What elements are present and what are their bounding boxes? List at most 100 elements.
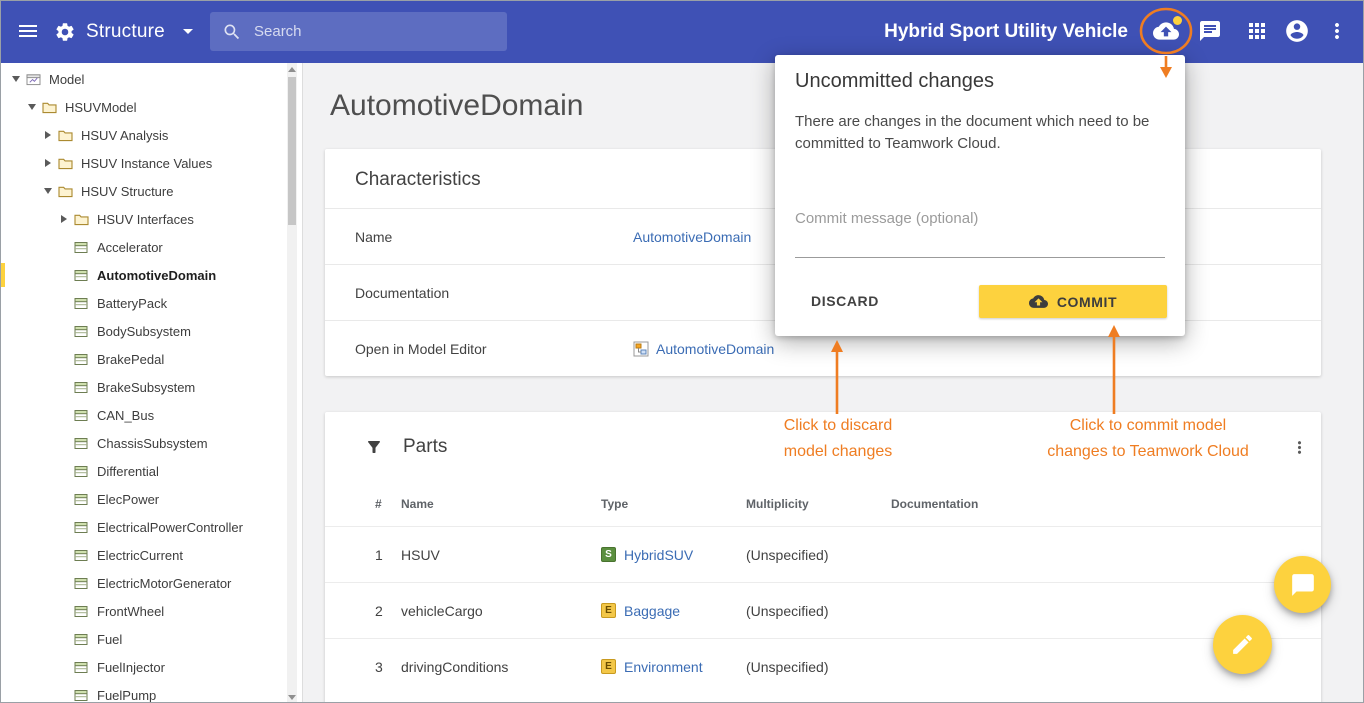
- tree-item-label: HSUV Structure: [81, 184, 173, 199]
- pencil-icon: [1230, 632, 1255, 657]
- tree-item-electricalpowercontroller[interactable]: ElectricalPowerController: [0, 513, 302, 541]
- tree-item-can-bus[interactable]: CAN_Bus: [0, 401, 302, 429]
- account-button[interactable]: [1277, 11, 1317, 51]
- expander-spacer: [56, 569, 72, 597]
- part-name: drivingConditions: [401, 659, 601, 675]
- part-name: HSUV: [401, 547, 601, 563]
- tree-item-chassissubsystem[interactable]: ChassisSubsystem: [0, 429, 302, 457]
- tree-item-electriccurrent[interactable]: ElectricCurrent: [0, 541, 302, 569]
- expander-spacer: [56, 625, 72, 653]
- expander-spacer: [56, 681, 72, 703]
- tree-item-label: ElectricMotorGenerator: [97, 576, 231, 591]
- tree-item-electricmotorgenerator[interactable]: ElectricMotorGenerator: [0, 569, 302, 597]
- search-icon: [222, 22, 242, 42]
- part-type-link[interactable]: Environment: [624, 659, 703, 675]
- commit-message-input[interactable]: [795, 200, 1165, 258]
- tree-item-hsuv-instance-values[interactable]: HSUV Instance Values: [0, 149, 302, 177]
- perspective-selector[interactable]: Structure: [54, 0, 193, 63]
- block-icon: [74, 661, 91, 674]
- tree-item-batterypack[interactable]: BatteryPack: [0, 289, 302, 317]
- tree-item-hsuvmodel[interactable]: HSUVModel: [0, 93, 302, 121]
- tree-item-brakesubsystem[interactable]: BrakeSubsystem: [0, 373, 302, 401]
- commit-cloud-button[interactable]: [1146, 11, 1186, 51]
- tree-item-label: BatteryPack: [97, 296, 167, 311]
- tree-item-brakepedal[interactable]: BrakePedal: [0, 345, 302, 373]
- apps-button[interactable]: [1237, 11, 1277, 51]
- tree-item-fuelinjector[interactable]: FuelInjector: [0, 653, 302, 681]
- expander-down-icon[interactable]: [40, 177, 56, 205]
- characteristic-label: Open in Model Editor: [355, 341, 633, 357]
- menu-button[interactable]: [8, 11, 48, 51]
- part-type-link[interactable]: Baggage: [624, 603, 680, 619]
- parts-column-headers: #NameTypeMultiplicityDocumentation: [325, 482, 1321, 526]
- tree-item-bodysubsystem[interactable]: BodySubsystem: [0, 317, 302, 345]
- part-number: 2: [375, 603, 401, 619]
- more-vert-icon: [1325, 19, 1349, 43]
- more-button[interactable]: [1317, 11, 1357, 51]
- block-icon: [74, 353, 91, 366]
- tree-item-model[interactable]: Model: [0, 65, 302, 93]
- expander-right-icon[interactable]: [40, 149, 56, 177]
- tree-item-label: HSUV Interfaces: [97, 212, 194, 227]
- expander-spacer: [56, 373, 72, 401]
- block-icon: [74, 437, 91, 450]
- tree-item-hsuv-analysis[interactable]: HSUV Analysis: [0, 121, 302, 149]
- expander-spacer: [56, 261, 72, 289]
- block-icon: [74, 241, 91, 254]
- chat-icon: [1198, 19, 1222, 43]
- expander-spacer: [56, 345, 72, 373]
- characteristic-value-text[interactable]: AutomotiveDomain: [633, 229, 751, 245]
- expander-spacer: [56, 653, 72, 681]
- characteristic-value-text[interactable]: AutomotiveDomain: [656, 341, 774, 357]
- expander-right-icon[interactable]: [40, 121, 56, 149]
- block-icon: [74, 605, 91, 618]
- discard-button[interactable]: DISCARD: [797, 283, 893, 319]
- apps-grid-icon: [1245, 19, 1269, 43]
- expander-down-icon[interactable]: [24, 93, 40, 121]
- tree-item-label: CAN_Bus: [97, 408, 154, 423]
- tree-item-automotivedomain[interactable]: AutomotiveDomain: [0, 261, 302, 289]
- part-type: EBaggage: [601, 603, 746, 619]
- part-number: 3: [375, 659, 401, 675]
- block-icon: [74, 577, 91, 590]
- tree-item-hsuv-structure[interactable]: HSUV Structure: [0, 177, 302, 205]
- tree-item-frontwheel[interactable]: FrontWheel: [0, 597, 302, 625]
- scrollbar-thumb[interactable]: [288, 77, 296, 225]
- scroll-up-icon[interactable]: [287, 63, 297, 75]
- characteristic-label: Name: [355, 229, 633, 245]
- commit-annotation-text: Click to commit model changes to Teamwor…: [1028, 413, 1268, 465]
- hamburger-icon: [16, 19, 40, 43]
- tree-scrollbar[interactable]: [287, 63, 297, 703]
- account-icon: [1284, 18, 1310, 44]
- characteristic-value: AutomotiveDomain: [633, 341, 1291, 357]
- comments-button[interactable]: [1190, 11, 1230, 51]
- edit-fab[interactable]: [1213, 615, 1272, 674]
- cloud-upload-icon: [1029, 292, 1048, 311]
- commit-button[interactable]: COMMIT: [979, 285, 1167, 318]
- part-type-link[interactable]: HybridSUV: [624, 547, 693, 563]
- expander-right-icon[interactable]: [56, 205, 72, 233]
- tree-item-label: HSUV Analysis: [81, 128, 168, 143]
- tree-item-fuelpump[interactable]: FuelPump: [0, 681, 302, 703]
- filter-icon[interactable]: [365, 438, 383, 456]
- parts-menu-icon[interactable]: [1290, 438, 1309, 457]
- tree-item-differential[interactable]: Differential: [0, 457, 302, 485]
- tree-item-label: ElectricCurrent: [97, 548, 183, 563]
- search-box: [210, 12, 507, 51]
- tree-item-hsuv-interfaces[interactable]: HSUV Interfaces: [0, 205, 302, 233]
- characteristic-label: Documentation: [355, 285, 633, 301]
- type-badge-e-icon: E: [601, 659, 616, 674]
- search-input[interactable]: [242, 23, 507, 40]
- expander-spacer: [56, 317, 72, 345]
- type-badge-s-icon: S: [601, 547, 616, 562]
- tree-item-accelerator[interactable]: Accelerator: [0, 233, 302, 261]
- gear-icon: [54, 21, 76, 43]
- tree-item-elecpower[interactable]: ElecPower: [0, 485, 302, 513]
- expander-spacer: [56, 401, 72, 429]
- tree-item-label: ChassisSubsystem: [97, 436, 208, 451]
- scroll-down-icon[interactable]: [287, 691, 297, 703]
- expander-down-icon[interactable]: [8, 65, 24, 93]
- comments-fab[interactable]: [1274, 556, 1331, 613]
- tree-item-label: AutomotiveDomain: [97, 268, 216, 283]
- tree-item-fuel[interactable]: Fuel: [0, 625, 302, 653]
